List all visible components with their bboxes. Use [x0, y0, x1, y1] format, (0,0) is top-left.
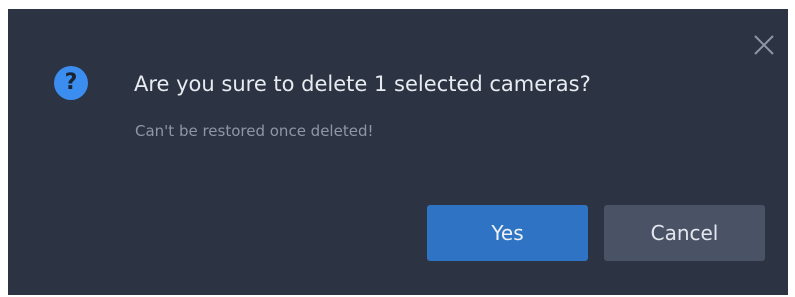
yes-button[interactable]: Yes [427, 205, 588, 261]
dialog-title: Are you sure to delete 1 selected camera… [134, 72, 591, 96]
question-icon: ? [54, 66, 88, 100]
cancel-button[interactable]: Cancel [604, 205, 765, 261]
close-icon[interactable] [752, 33, 776, 57]
delete-confirm-dialog: ? Are you sure to delete 1 selected came… [8, 9, 788, 295]
dialog-subtitle: Can't be restored once deleted! [135, 122, 374, 140]
close-icon-glyph [754, 35, 774, 55]
